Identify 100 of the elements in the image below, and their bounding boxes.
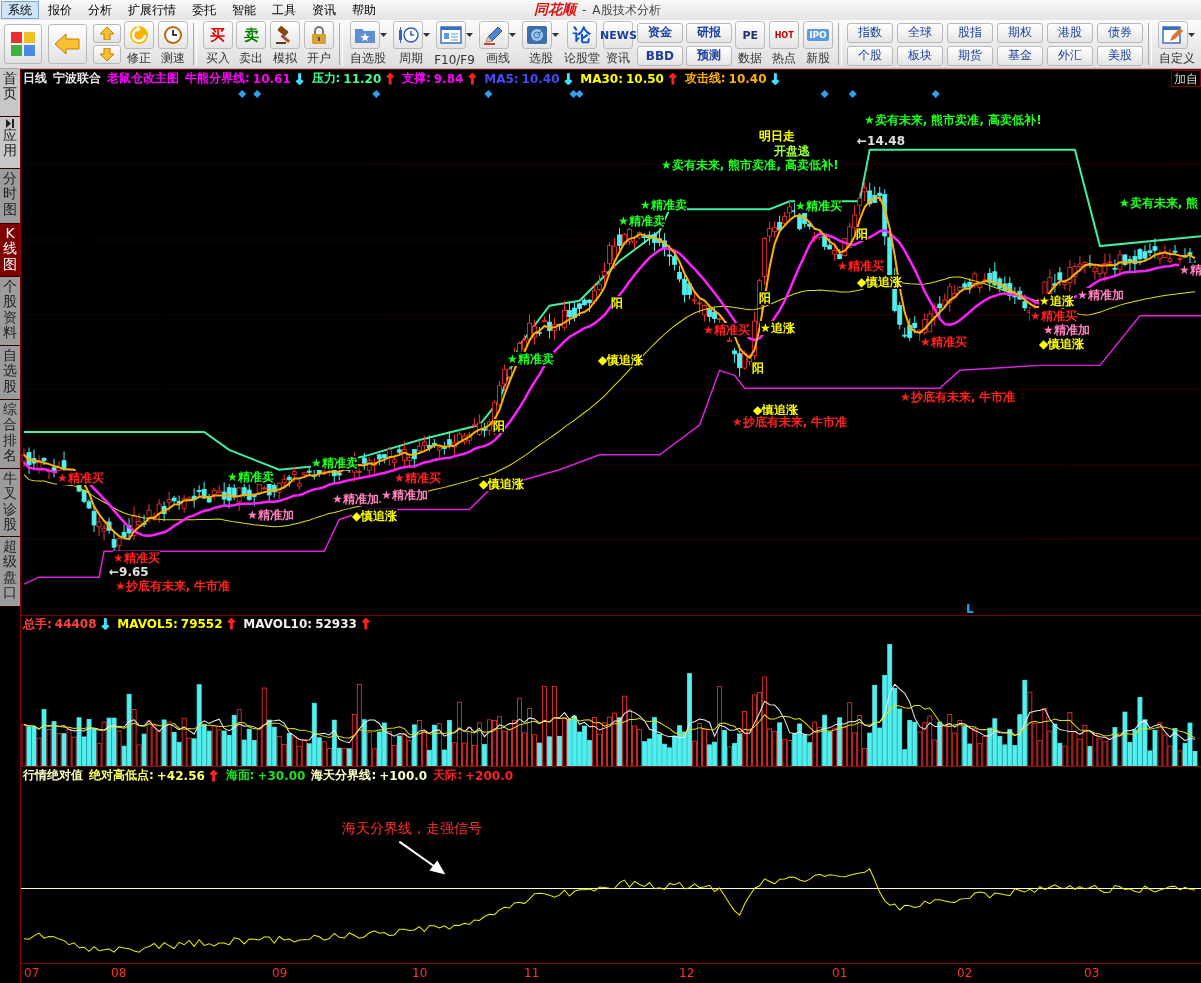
indicator-value: +200.0 bbox=[465, 768, 514, 783]
signal-label: ★精准买 bbox=[394, 471, 441, 485]
arrow-up-icon bbox=[99, 27, 114, 40]
month-label: 10 bbox=[412, 966, 428, 981]
quick-button[interactable]: 资金 bbox=[636, 22, 683, 43]
indicator-value: 44408 bbox=[54, 617, 97, 632]
toolbar-button[interactable]: 画线 bbox=[477, 21, 518, 67]
menu-item[interactable]: 委托 bbox=[185, 1, 223, 19]
market-button[interactable]: 期权 bbox=[997, 22, 1044, 43]
menu-item[interactable]: 系统 bbox=[1, 1, 39, 19]
play-pause-icon bbox=[5, 119, 15, 128]
quick-button[interactable]: BBD bbox=[636, 45, 683, 66]
side-tab[interactable]: K线图 bbox=[0, 224, 20, 277]
indicator-label: MA30: bbox=[580, 71, 623, 86]
side-tab[interactable]: 综合排名 bbox=[0, 400, 20, 469]
diamond-marker-icon bbox=[253, 90, 262, 98]
caret-icon[interactable] bbox=[466, 33, 473, 37]
caret-icon[interactable] bbox=[552, 33, 560, 37]
up-button[interactable] bbox=[92, 24, 121, 43]
market-button[interactable]: 全球 bbox=[897, 22, 944, 43]
indicator-label: 压力: bbox=[311, 70, 341, 87]
month-label: 12 bbox=[679, 966, 695, 981]
market-button[interactable]: 港股 bbox=[1047, 22, 1094, 43]
indicator-value: 52933 bbox=[315, 617, 357, 632]
menu-item[interactable]: 报价 bbox=[41, 1, 79, 19]
toolbar-button[interactable]: 周期 bbox=[391, 21, 432, 67]
side-tab[interactable]: 自选股 bbox=[0, 346, 20, 400]
formula-name: 老鼠仓改主图 bbox=[107, 70, 179, 87]
indicator-value: 79552 bbox=[180, 617, 223, 632]
caret-icon[interactable] bbox=[509, 33, 517, 37]
toolbar-button[interactable]: 自选股 bbox=[348, 21, 389, 67]
arrow-left-icon bbox=[54, 33, 81, 55]
toolbar-button[interactable]: F10/F9 bbox=[434, 21, 475, 67]
signal-label: ★追涨 bbox=[760, 321, 795, 335]
trend-arrow: ↑ bbox=[466, 71, 479, 86]
side-tab[interactable]: 应用 bbox=[0, 117, 20, 169]
trend-arrow: ↓ bbox=[562, 71, 575, 86]
side-tab[interactable]: 分时图 bbox=[0, 169, 20, 224]
indicator-value: +42.56 bbox=[156, 768, 205, 783]
side-tab[interactable]: 首页 bbox=[0, 69, 20, 117]
signal-label: ◆慎追涨 bbox=[598, 353, 644, 367]
color-squares-icon bbox=[10, 31, 37, 57]
market-button[interactable]: 指数 bbox=[847, 22, 894, 43]
signal-label: ★精准加 bbox=[381, 488, 428, 502]
market-button[interactable]: 外汇 bbox=[1047, 45, 1094, 66]
signal-label: ★精准买 bbox=[837, 259, 884, 273]
market-button[interactable]: 个股 bbox=[847, 45, 894, 66]
caret-icon[interactable] bbox=[422, 33, 430, 37]
signal-label: ◆慎追涨 bbox=[857, 275, 903, 289]
down-button[interactable] bbox=[92, 45, 121, 64]
side-tab[interactable]: 超级盘口 bbox=[0, 537, 20, 607]
market-button[interactable]: 基金 bbox=[997, 45, 1044, 66]
add-button[interactable]: 加自 bbox=[1171, 70, 1201, 87]
trend-arrow: ↑ bbox=[225, 617, 238, 632]
signal-label: ←9.65 bbox=[109, 565, 149, 579]
color-squares-button[interactable] bbox=[4, 24, 43, 64]
signal-label: ★精准加 bbox=[1077, 288, 1124, 302]
window-title: A股技术分析 bbox=[592, 1, 661, 19]
toolbar-button[interactable]: 自定义 bbox=[1157, 21, 1197, 67]
menu-item[interactable]: 资讯 bbox=[305, 1, 343, 19]
indicator-label: MAVOL10: bbox=[243, 617, 313, 632]
radar-screen-icon bbox=[526, 25, 549, 45]
indicator-label: 天际: bbox=[433, 767, 463, 785]
quick-button[interactable]: 预测 bbox=[685, 45, 732, 66]
signal-label: ★精准买 bbox=[57, 471, 104, 485]
diamond-marker-icon bbox=[848, 90, 857, 98]
market-button[interactable]: 板块 bbox=[897, 45, 944, 66]
indicator-label: 海天分界线: bbox=[311, 767, 377, 785]
signal-label: 阳 bbox=[611, 296, 623, 310]
market-button[interactable]: 期货 bbox=[947, 45, 994, 66]
menu-item[interactable]: 扩展行情 bbox=[121, 1, 183, 19]
toolbar-button[interactable]: 论 论股堂 bbox=[563, 21, 601, 67]
caret-icon[interactable] bbox=[379, 33, 387, 37]
side-tab[interactable]: 牛叉诊股 bbox=[0, 469, 20, 537]
pe-icon: PE bbox=[742, 28, 759, 42]
candle-clock-icon bbox=[396, 25, 419, 45]
signal-label: ★精准买 bbox=[920, 335, 967, 349]
caret-icon[interactable] bbox=[1188, 33, 1196, 37]
month-label: 08 bbox=[111, 966, 127, 981]
trend-arrow: ↓ bbox=[769, 71, 782, 86]
diamond-marker-icon bbox=[820, 90, 829, 98]
menu-item[interactable]: 智能 bbox=[225, 1, 263, 19]
news-icon: NEWS bbox=[600, 28, 637, 42]
menu-item[interactable]: 帮助 bbox=[345, 1, 383, 19]
signal-label: 阳 bbox=[493, 419, 505, 433]
market-button[interactable]: 美股 bbox=[1097, 45, 1144, 66]
indicator-value: 11.20 bbox=[343, 71, 382, 86]
toolbar-button[interactable]: 选股 bbox=[520, 21, 561, 67]
clock-icon bbox=[162, 25, 183, 45]
signal-label: ★卖有未来, 熊 bbox=[1119, 196, 1199, 210]
market-button[interactable]: 债券 bbox=[1097, 22, 1144, 43]
title-separator: - bbox=[582, 3, 587, 17]
indicator-title: 行情绝对值 bbox=[23, 767, 83, 785]
signal-label: 阳 bbox=[759, 291, 771, 305]
side-tab[interactable]: 个股资料 bbox=[0, 277, 20, 346]
quick-button[interactable]: 研报 bbox=[685, 22, 732, 43]
market-button[interactable]: 股指 bbox=[947, 22, 994, 43]
menu-item[interactable]: 分析 bbox=[81, 1, 119, 19]
indicator-value: 10.61 bbox=[252, 71, 291, 86]
menu-item[interactable]: 工具 bbox=[265, 1, 303, 19]
